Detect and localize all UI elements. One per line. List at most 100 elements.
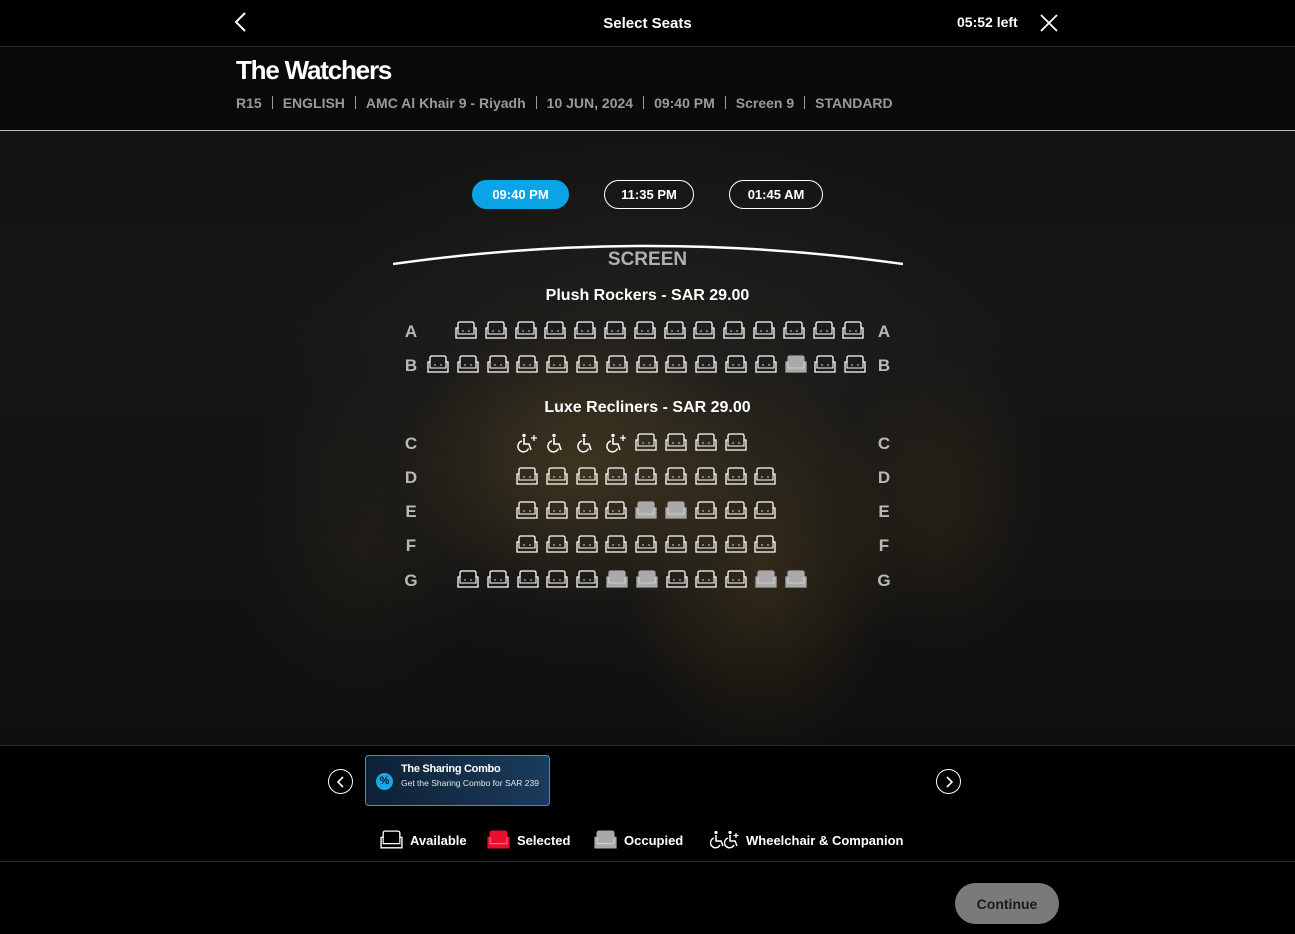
seat-available[interactable] [604,467,628,487]
seat-available[interactable] [754,355,778,375]
seat-available[interactable] [515,501,539,521]
chevron-left-icon [336,775,344,788]
showtime-1135pm[interactable]: 11:35 PM [604,180,694,209]
seat-available[interactable] [694,433,718,453]
close-icon[interactable] [1038,12,1060,34]
seat-available[interactable] [724,570,748,590]
row-label-b-left: B [404,356,418,375]
seat-available[interactable] [694,501,718,521]
seat-available[interactable] [692,321,716,341]
occupied-seat-icon [594,829,617,848]
seat-available[interactable] [634,433,658,453]
promo-prev-button[interactable] [328,769,353,794]
seat-available[interactable] [841,321,865,341]
background-image [0,47,1295,745]
showtime-0940pm[interactable]: 09:40 PM [472,180,569,209]
seat-available[interactable] [484,321,508,341]
seat-available[interactable] [724,355,748,375]
seat-available[interactable] [694,355,718,375]
seat-available[interactable] [813,355,837,375]
seat-available[interactable] [545,501,569,521]
movie-title: The Watchers [236,55,392,85]
seat-available[interactable] [812,321,836,341]
row-label-d-right: D [877,468,891,487]
seat-occupied [605,570,629,590]
showtime-0145am[interactable]: 01:45 AM [729,180,823,209]
seat-available[interactable] [545,570,569,590]
seat-available[interactable] [486,355,510,375]
available-seat-icon [380,829,403,848]
seat-available[interactable] [515,535,539,555]
wheelchair-seat[interactable] [545,433,569,453]
seat-available[interactable] [575,355,599,375]
promo-next-button[interactable] [936,769,961,794]
seat-available[interactable] [722,321,746,341]
seat-available[interactable] [545,467,569,487]
seat-available[interactable] [603,321,627,341]
section-title-plush-rockers: Plush Rockers - SAR 29.00 [545,287,750,304]
legend-occupied-label: Occupied [624,832,684,848]
seat-available[interactable] [635,355,659,375]
seat-available[interactable] [515,467,539,487]
seat-available[interactable] [694,570,718,590]
legend-available-label: Available [410,832,467,848]
wheelchair-seat[interactable] [575,433,599,453]
seat-available[interactable] [694,467,718,487]
seat-available[interactable] [486,570,510,590]
seat-available[interactable] [456,570,480,590]
seat-available[interactable] [664,467,688,487]
seat-occupied [754,570,778,590]
seat-occupied [664,501,688,521]
seat-available[interactable] [664,433,688,453]
seat-available[interactable] [843,355,867,375]
seat-available[interactable] [694,535,718,555]
seat-occupied [784,355,808,375]
seat-available[interactable] [605,355,629,375]
row-label-c-left: C [404,434,418,453]
row-label-e-left: E [405,502,417,521]
seat-available[interactable] [664,355,688,375]
seat-available[interactable] [634,535,658,555]
seat-available[interactable] [604,535,628,555]
top-bar: Select Seats 05:52 left [0,0,1295,47]
seat-available[interactable] [543,321,567,341]
row-label-a-left: A [404,322,418,341]
seat-available[interactable] [724,467,748,487]
seat-available[interactable] [665,570,689,590]
seat-available[interactable] [782,321,806,341]
footer: Continue [0,862,1295,934]
seat-available[interactable] [753,535,777,555]
wheelchair-companion-seat[interactable] [604,433,628,453]
seat-available[interactable] [663,321,687,341]
seat-available[interactable] [753,501,777,521]
seat-available[interactable] [634,467,658,487]
seat-available[interactable] [753,467,777,487]
seat-available[interactable] [516,570,540,590]
seat-available[interactable] [752,321,776,341]
seat-available[interactable] [545,355,569,375]
wheelchair-companion-seat[interactable] [515,433,539,453]
seat-available[interactable] [426,355,450,375]
seat-available[interactable] [515,355,539,375]
legend-occupied: Occupied [593,829,683,851]
seat-available[interactable] [724,433,748,453]
promo-bar: % The Sharing Combo Get the Sharing Comb… [0,745,1295,820]
seat-available[interactable] [456,355,480,375]
seat-available[interactable] [575,467,599,487]
seat-available[interactable] [545,535,569,555]
seat-available[interactable] [724,501,748,521]
seat-available[interactable] [575,501,599,521]
seat-available[interactable] [573,321,597,341]
seat-available[interactable] [724,535,748,555]
seat-available[interactable] [514,321,538,341]
seat-available[interactable] [575,570,599,590]
seat-available[interactable] [633,321,657,341]
row-label-g-left: G [404,571,418,590]
seat-available[interactable] [575,535,599,555]
seat-available[interactable] [604,501,628,521]
chevron-right-icon [945,775,953,788]
promo-card-sharing-combo[interactable]: % The Sharing Combo Get the Sharing Comb… [365,755,550,806]
seat-available[interactable] [664,535,688,555]
continue-button[interactable]: Continue [955,883,1059,924]
seat-available[interactable] [454,321,478,341]
